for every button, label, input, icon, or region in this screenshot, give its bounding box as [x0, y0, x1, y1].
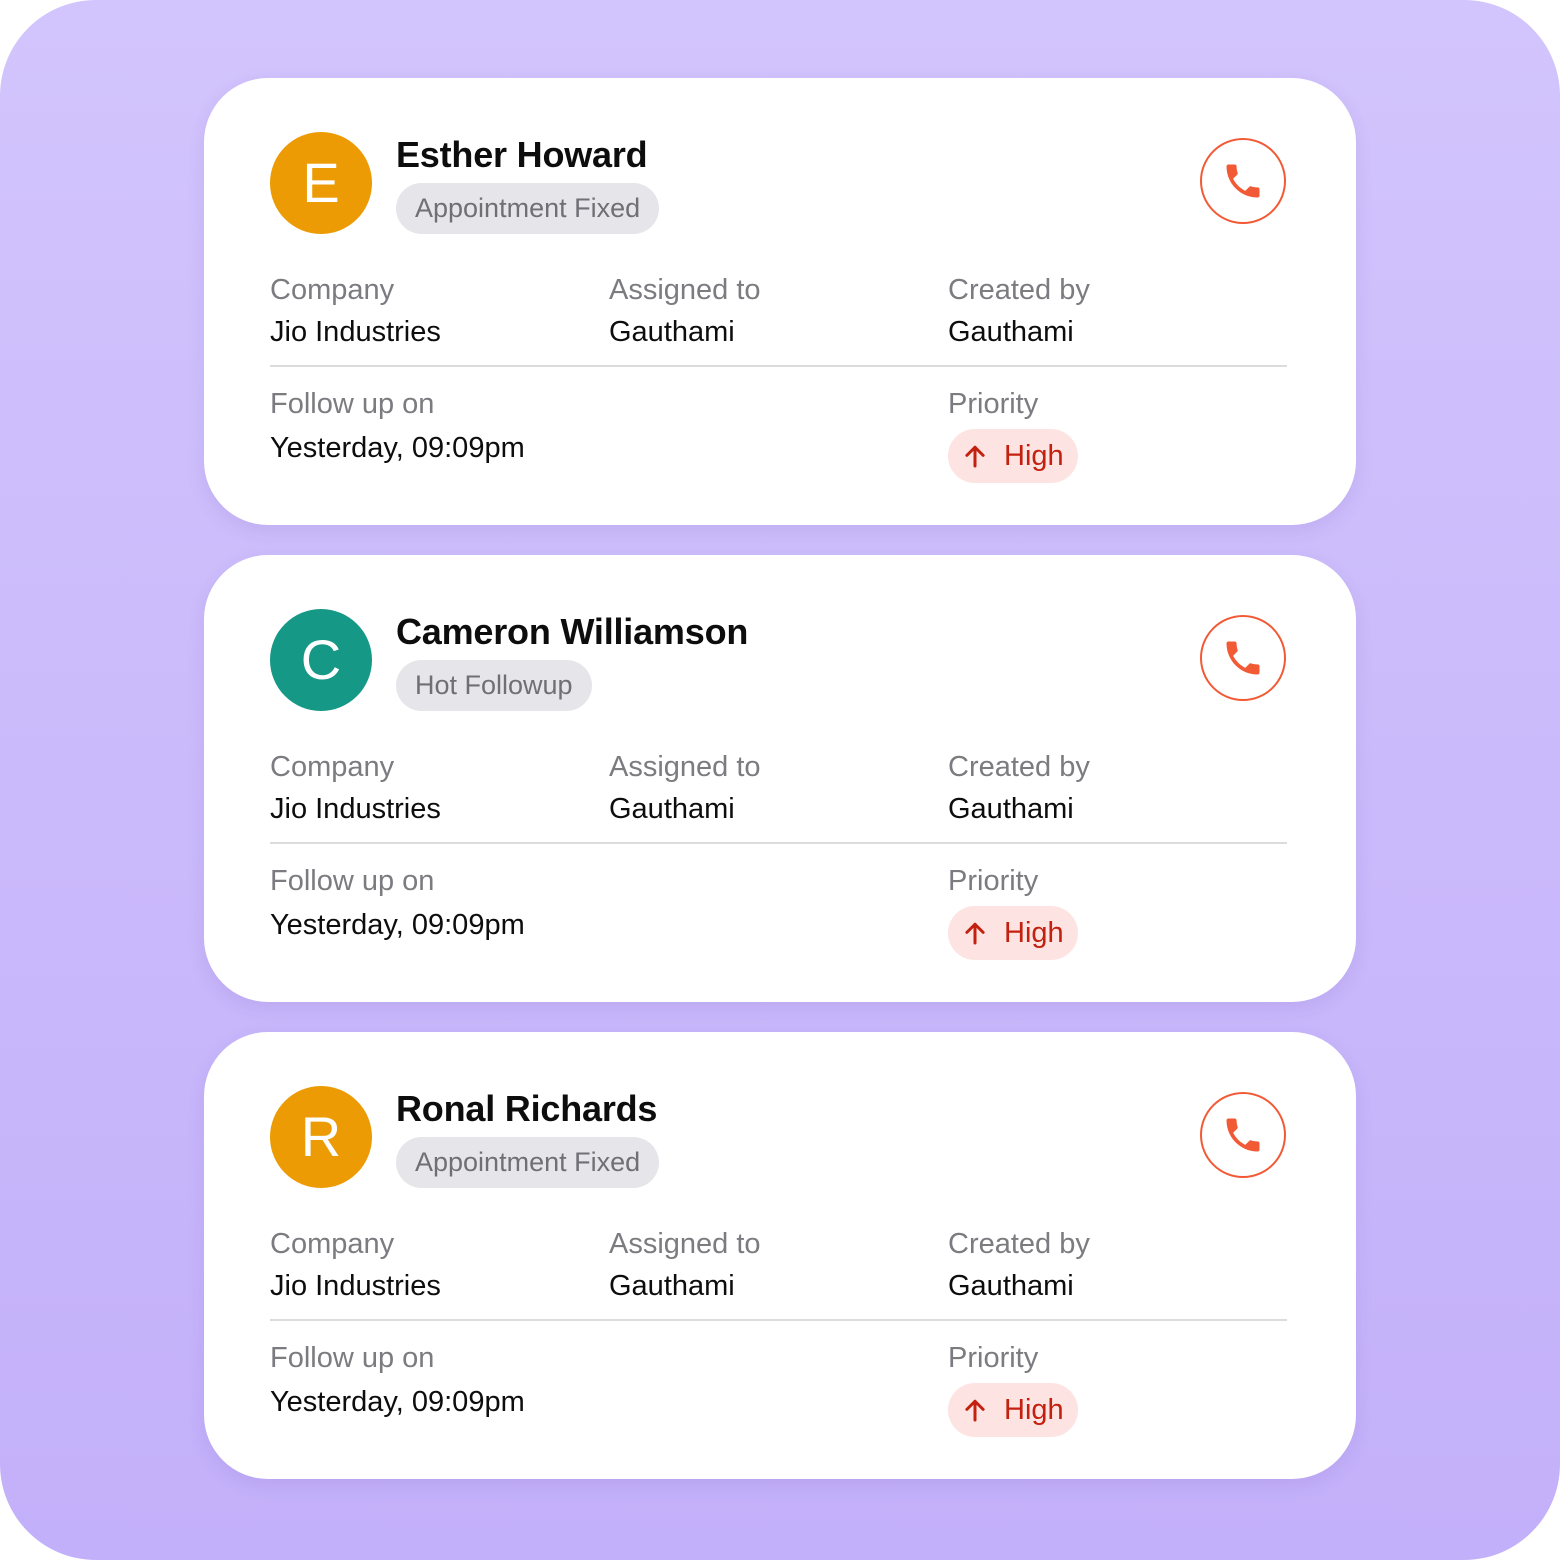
phone-icon — [1226, 1118, 1260, 1152]
app-background: E Esther Howard Appointment Fixed Compan… — [0, 0, 1560, 1560]
followup-value: Yesterday, 09:09pm — [270, 909, 525, 941]
created-value: Gauthami — [948, 316, 1074, 348]
status-badge: Appointment Fixed — [396, 183, 660, 234]
lead-card[interactable]: R Ronal Richards Appointment Fixed Compa… — [204, 1032, 1356, 1479]
followup-label: Follow up on — [270, 1342, 435, 1374]
call-button[interactable] — [1200, 1092, 1286, 1178]
priority-badge: High — [948, 429, 1078, 483]
phone-icon — [1226, 164, 1260, 198]
lead-name: Esther Howard — [396, 134, 648, 175]
company-label: Company — [270, 1228, 395, 1260]
avatar: C — [270, 609, 372, 711]
avatar: E — [270, 132, 372, 234]
created-label: Created by — [948, 274, 1090, 306]
assigned-value: Gauthami — [609, 1270, 735, 1302]
phone-icon — [1226, 641, 1260, 675]
assigned-label: Assigned to — [609, 751, 761, 783]
followup-value: Yesterday, 09:09pm — [270, 1386, 525, 1418]
assigned-value: Gauthami — [609, 793, 735, 825]
lead-card[interactable]: C Cameron Williamson Hot Followup Compan… — [204, 555, 1356, 1002]
divider — [270, 365, 1287, 367]
assigned-value: Gauthami — [609, 316, 735, 348]
arrow-up-icon — [965, 922, 985, 945]
priority-value: High — [1004, 917, 1064, 949]
avatar: R — [270, 1086, 372, 1188]
status-badge: Appointment Fixed — [396, 1137, 660, 1188]
priority-value: High — [1004, 440, 1064, 472]
priority-value: High — [1004, 1394, 1064, 1426]
followup-value: Yesterday, 09:09pm — [270, 432, 525, 464]
assigned-label: Assigned to — [609, 1228, 761, 1260]
lead-name: Cameron Williamson — [396, 611, 749, 652]
company-label: Company — [270, 274, 395, 306]
followup-label: Follow up on — [270, 865, 435, 897]
created-label: Created by — [948, 751, 1090, 783]
created-value: Gauthami — [948, 793, 1074, 825]
arrow-up-icon — [965, 1399, 985, 1422]
followup-label: Follow up on — [270, 388, 435, 420]
priority-label: Priority — [948, 388, 1039, 420]
priority-badge: High — [948, 1383, 1078, 1437]
lead-card[interactable]: E Esther Howard Appointment Fixed Compan… — [204, 78, 1356, 525]
arrow-up-icon — [965, 445, 985, 468]
created-value: Gauthami — [948, 1270, 1074, 1302]
divider — [270, 1319, 1287, 1321]
assigned-label: Assigned to — [609, 274, 761, 306]
created-label: Created by — [948, 1228, 1090, 1260]
divider — [270, 842, 1287, 844]
priority-badge: High — [948, 906, 1078, 960]
priority-label: Priority — [948, 865, 1039, 897]
call-button[interactable] — [1200, 138, 1286, 224]
call-button[interactable] — [1200, 615, 1286, 701]
company-value: Jio Industries — [270, 1270, 441, 1302]
company-value: Jio Industries — [270, 793, 441, 825]
priority-label: Priority — [948, 1342, 1039, 1374]
status-badge: Hot Followup — [396, 660, 592, 711]
company-value: Jio Industries — [270, 316, 441, 348]
company-label: Company — [270, 751, 395, 783]
lead-name: Ronal Richards — [396, 1088, 658, 1129]
